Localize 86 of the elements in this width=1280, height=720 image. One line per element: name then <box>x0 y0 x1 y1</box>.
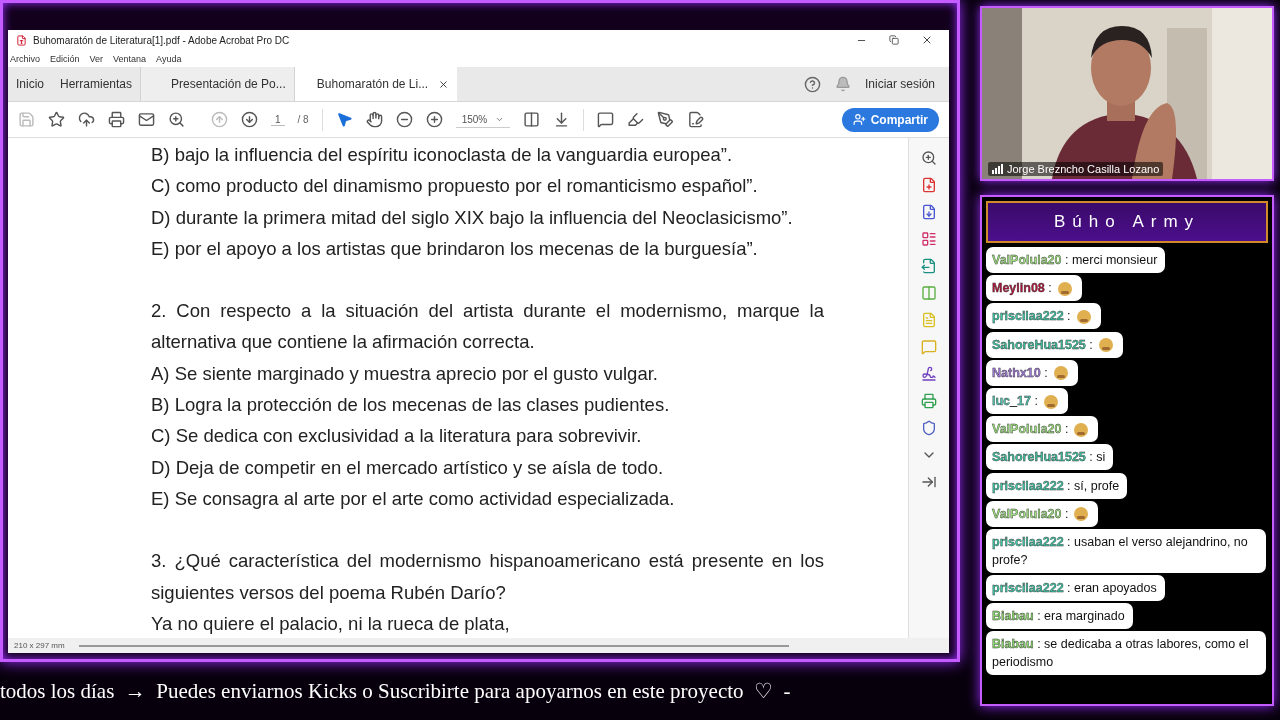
page-size: 210 x 297 mm <box>14 641 65 650</box>
file-export-icon[interactable] <box>921 258 937 274</box>
hand-icon[interactable] <box>365 111 383 128</box>
highlighter-icon[interactable] <box>627 111 645 128</box>
participant-name: Jorge Brezncho Casilla Lozano <box>1007 163 1160 175</box>
file-down-icon[interactable] <box>921 204 937 220</box>
document-text: E) Se consagra al arte por el arte como actividad especializada. <box>151 486 676 511</box>
emote-icon <box>1041 393 1060 410</box>
menu-item[interactable]: Ventana <box>113 53 147 64</box>
help-icon[interactable] <box>803 75 821 93</box>
chat-message: priscilaa222 : <box>992 309 1071 324</box>
emote-icon <box>1096 337 1115 354</box>
chat-message: luc_17 : <box>992 393 1038 408</box>
print-icon[interactable] <box>108 111 125 128</box>
sign-icon[interactable] <box>687 111 705 128</box>
document-text: A) Se siente marginado y muestra aprecio por el gusto vulgar. <box>151 361 659 386</box>
restore-icon[interactable] <box>889 35 899 45</box>
document-text: B) bajo la influencia del espíritu iconoclasta de la vanguardia europea”. <box>151 143 734 167</box>
pdf-icon <box>16 34 27 46</box>
document-text: B) Logra la protección de los mecenas de las clases pudientes. <box>151 393 671 418</box>
emote-icon <box>1051 365 1070 382</box>
emote-icon <box>1072 506 1091 523</box>
nav-link[interactable]: Herramientas <box>52 67 141 101</box>
menu-item[interactable]: Ayuda <box>156 53 182 64</box>
document-tab[interactable]: Buhomaratón de Li... <box>293 67 458 101</box>
zoom-in-icon[interactable] <box>425 111 443 128</box>
file-plus-icon[interactable] <box>921 177 937 193</box>
collapse-icon[interactable] <box>921 474 937 490</box>
document-text: D) Deja de competir en el mercado artístico y se aísla de todo. <box>151 455 665 480</box>
print-icon[interactable] <box>921 393 937 409</box>
window-title: Buhomaratón de Literatura[1].pdf - Adobe Acrobat Pro DC <box>33 34 290 46</box>
shield-icon[interactable] <box>921 420 937 436</box>
chat-message: Biabau : se dedicaba a otras labores, como el periodismo <box>986 631 1266 676</box>
chat-title: Búho Army <box>986 201 1268 243</box>
emote-icon <box>1072 421 1091 438</box>
chat-message: Nathx10 : <box>992 365 1048 380</box>
search-icon[interactable] <box>921 150 937 166</box>
chat-message: ValPolula20 : <box>992 422 1069 437</box>
page-field[interactable]: 1 <box>271 113 285 126</box>
mail-icon[interactable] <box>138 111 155 128</box>
menu-item[interactable]: Archivo <box>10 53 40 64</box>
search-icon[interactable] <box>168 111 185 128</box>
chat-message: SahoreHua1525 : <box>992 337 1093 352</box>
pointer-icon[interactable] <box>335 111 353 128</box>
share-button[interactable]: Compartir <box>841 107 939 132</box>
pen-icon[interactable] <box>657 111 675 128</box>
page-count: / 8 <box>297 114 309 125</box>
chat-message: ValPolula20 : <box>992 506 1069 521</box>
page-fit-icon[interactable] <box>523 111 541 128</box>
scrollbar[interactable] <box>78 644 789 647</box>
signature-icon[interactable] <box>921 366 937 382</box>
document-text: alternativa que contiene la afirmación correcta. <box>151 330 536 355</box>
comment-icon[interactable] <box>597 111 615 128</box>
add-user-icon <box>852 113 866 126</box>
emote-icon <box>1055 280 1074 297</box>
chat-message: ValPolula20 : merci monsieur <box>986 247 1166 273</box>
document-text: 3. ¿Qué característica del modernismo hispanoamericano está presente en los <box>151 549 824 574</box>
document-text: C) como producto del dinamismo propuesto por el romanticismo español”. <box>151 174 759 199</box>
layout-icon[interactable] <box>921 231 937 247</box>
sign-in-link[interactable]: Iniciar sesión <box>864 77 935 91</box>
menu-item[interactable]: Edición <box>50 53 80 64</box>
emote-icon <box>1074 309 1093 326</box>
chat-message: SahoreHua1525 : si <box>986 444 1114 471</box>
document-text: D) durante la primera mitad del siglo XIX bajo la influencia del Neoclasicismo”. <box>151 205 794 230</box>
zoom-field[interactable]: 150% <box>455 111 511 128</box>
zoom-out-icon[interactable] <box>395 111 413 128</box>
chat-message: priscilaa222 : usaban el verso alejandrino, no profe? <box>986 528 1266 573</box>
close-icon[interactable] <box>921 34 933 46</box>
chat-message: priscilaa222 : eran apoyados <box>986 575 1165 602</box>
document-tab[interactable]: Presentación de Po... <box>140 67 294 101</box>
arrow-down-icon[interactable] <box>241 111 258 128</box>
close-icon[interactable] <box>438 78 450 90</box>
star-icon[interactable] <box>48 111 65 128</box>
chat-message: Meylin08 : <box>992 281 1052 296</box>
ticker-text: todos los días → Puedes enviarnos Kicks o Suscribirte para apoyarnos en este proyecto ♡ - <box>0 677 792 705</box>
chat-message: priscilaa222 : sí, profe <box>986 472 1128 499</box>
document-text: C) Se dedica con exclusividad a la literatura para sobrevivir. <box>151 424 643 449</box>
document-text: Ya no quiere el palacio, ni la rueca de plata, <box>151 611 511 636</box>
document-text: 2. Con respecto a la situación del artista durante el modernismo, marque la <box>151 299 824 324</box>
document-text: E) por el apoyo a los artistas que brindaron los mecenas de la burguesía”. <box>151 236 759 261</box>
document-text: siguientes versos del poema Rubén Darío? <box>151 580 507 605</box>
menu-item[interactable]: Ver <box>89 53 104 64</box>
nav-link[interactable]: Inicio <box>8 67 52 101</box>
cloud-upload-icon[interactable] <box>78 111 95 128</box>
signal-icon <box>992 164 1003 174</box>
chat-message: Biabau : era marginado <box>986 603 1133 630</box>
